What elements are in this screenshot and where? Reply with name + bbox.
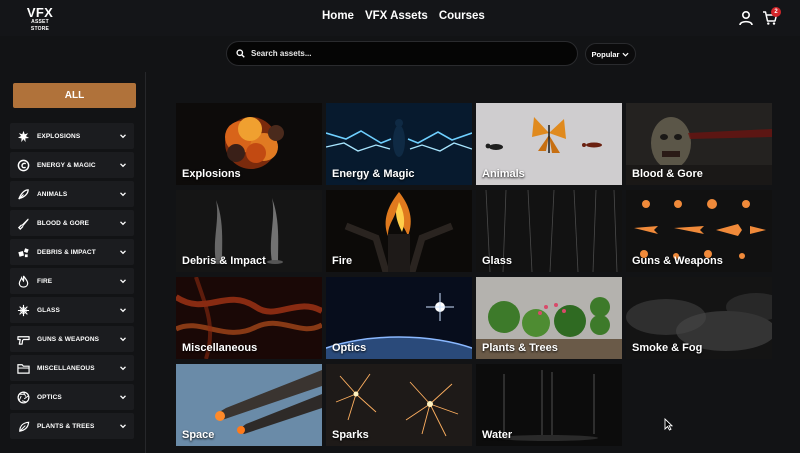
chevron-down-icon xyxy=(120,424,126,429)
sidebar-item-label: FIRE xyxy=(37,277,53,285)
chevron-down-icon xyxy=(120,134,126,139)
sidebar-item-energy-magic[interactable]: ENERGY & MAGIC xyxy=(10,152,134,178)
sort-label: Popular xyxy=(591,49,620,59)
chevron-down-icon xyxy=(120,250,126,255)
knife-icon xyxy=(17,217,29,230)
chevron-down-icon xyxy=(120,395,126,400)
category-sidebar: EXPLOSIONS ENERGY & MAGIC ANIMALS BLOOD … xyxy=(10,123,134,442)
tile-label: Guns & Weapons xyxy=(632,255,723,267)
tile-label: Blood & Gore xyxy=(632,168,703,180)
tile-glass[interactable]: Glass xyxy=(476,190,622,272)
sidebar-item-animals[interactable]: ANIMALS xyxy=(10,181,134,207)
sidebar-item-explosions[interactable]: EXPLOSIONS xyxy=(10,123,134,149)
sidebar-item-debris-impact[interactable]: DEBRIS & IMPACT xyxy=(10,239,134,265)
leaf-icon xyxy=(19,421,30,432)
tile-label: Miscellaneous xyxy=(182,342,258,354)
tile-fire[interactable]: Fire xyxy=(326,190,472,272)
logo[interactable]: VFX ASSET STORE xyxy=(22,5,58,32)
chevron-down-icon xyxy=(622,52,630,57)
logo-main: VFX xyxy=(26,5,54,20)
flame-icon xyxy=(18,275,29,288)
tile-miscellaneous[interactable]: Miscellaneous xyxy=(176,277,322,359)
all-categories-button[interactable]: ALL xyxy=(13,83,136,108)
tile-optics[interactable]: Optics xyxy=(326,277,472,359)
feather-icon xyxy=(18,188,29,200)
sidebar-item-glass[interactable]: GLASS xyxy=(10,297,134,323)
tile-label: Energy & Magic xyxy=(332,168,415,180)
folder-icon xyxy=(17,363,30,374)
sidebar-item-label: DEBRIS & IMPACT xyxy=(37,248,96,256)
cart-count-badge: 2 xyxy=(771,7,781,17)
chevron-down-icon xyxy=(120,221,126,226)
tile-space[interactable]: Space xyxy=(176,364,322,446)
tile-energy-magic[interactable]: Energy & Magic xyxy=(326,103,472,185)
chevron-down-icon xyxy=(120,337,126,342)
tile-label: Glass xyxy=(482,255,512,267)
sidebar-item-fire[interactable]: FIRE xyxy=(10,268,134,294)
tile-smoke-fog[interactable]: Smoke & Fog xyxy=(626,277,772,359)
sidebar-item-label: GLASS xyxy=(37,306,60,314)
tile-label: Optics xyxy=(332,342,367,354)
tile-label: Water xyxy=(482,429,513,441)
tile-label: Debris & Impact xyxy=(182,255,266,267)
mouse-cursor-icon xyxy=(664,418,673,431)
energy-icon xyxy=(17,159,30,171)
tile-label: Plants & Trees xyxy=(482,342,558,354)
gun-icon xyxy=(17,335,30,345)
tile-water[interactable]: Water xyxy=(476,364,622,446)
chevron-down-icon xyxy=(120,163,126,168)
tile-label: Animals xyxy=(482,168,525,180)
tile-label: Fire xyxy=(332,255,353,267)
sidebar-item-label: OPTICS xyxy=(37,393,62,401)
sidebar-item-plants-trees[interactable]: PLANTS & TREES xyxy=(10,413,134,439)
glass-icon xyxy=(17,304,30,316)
tile-label: Space xyxy=(182,429,215,441)
search-input[interactable] xyxy=(251,49,551,58)
tile-sparks[interactable]: Sparks xyxy=(326,364,472,446)
search-icon xyxy=(236,49,245,58)
sidebar-item-label: MISCELLANEOUS xyxy=(37,364,95,372)
sidebar-item-label: ANIMALS xyxy=(37,190,68,198)
sidebar-item-label: EXPLOSIONS xyxy=(37,132,81,140)
nav-vfx-assets-link[interactable]: VFX Assets xyxy=(365,10,428,22)
search-bar[interactable] xyxy=(226,41,578,66)
tile-debris-impact[interactable]: Debris & Impact xyxy=(176,190,322,272)
tile-animals[interactable]: Animals xyxy=(476,103,622,185)
explosion-icon xyxy=(17,130,30,142)
sidebar-divider xyxy=(145,72,146,453)
sort-dropdown[interactable]: Popular xyxy=(585,43,636,65)
tile-blood-gore[interactable]: Blood & Gore xyxy=(626,103,772,185)
tile-label: Sparks xyxy=(332,429,369,441)
sidebar-item-optics[interactable]: OPTICS xyxy=(10,384,134,410)
tile-label: Explosions xyxy=(182,168,241,180)
tile-explosions[interactable]: Explosions xyxy=(176,103,322,185)
tile-label: Smoke & Fog xyxy=(632,342,703,354)
chevron-down-icon xyxy=(120,308,126,313)
sidebar-item-label: ENERGY & MAGIC xyxy=(37,161,96,169)
chevron-down-icon xyxy=(120,192,126,197)
logo-sub: ASSET STORE xyxy=(30,19,50,32)
debris-icon xyxy=(18,247,29,257)
main-nav: Home VFX Assets Courses xyxy=(322,10,485,22)
sidebar-item-label: GUNS & WEAPONS xyxy=(37,335,100,343)
tile-plants-trees[interactable]: Plants & Trees xyxy=(476,277,622,359)
nav-home-link[interactable]: Home xyxy=(322,10,354,22)
chevron-down-icon xyxy=(120,279,126,284)
aperture-icon xyxy=(17,391,30,403)
sidebar-item-miscellaneous[interactable]: MISCELLANEOUS xyxy=(10,355,134,381)
sidebar-item-label: PLANTS & TREES xyxy=(37,422,95,430)
chevron-down-icon xyxy=(120,366,126,371)
sidebar-item-guns-weapons[interactable]: GUNS & WEAPONS xyxy=(10,326,134,352)
nav-courses-link[interactable]: Courses xyxy=(439,10,485,22)
tile-guns-weapons[interactable]: Guns & Weapons xyxy=(626,190,772,272)
sidebar-item-blood-gore[interactable]: BLOOD & GORE xyxy=(10,210,134,236)
user-icon[interactable] xyxy=(738,10,754,26)
sidebar-item-label: BLOOD & GORE xyxy=(37,219,90,227)
top-nav-bar: VFX ASSET STORE Home VFX Assets Courses … xyxy=(0,0,800,36)
